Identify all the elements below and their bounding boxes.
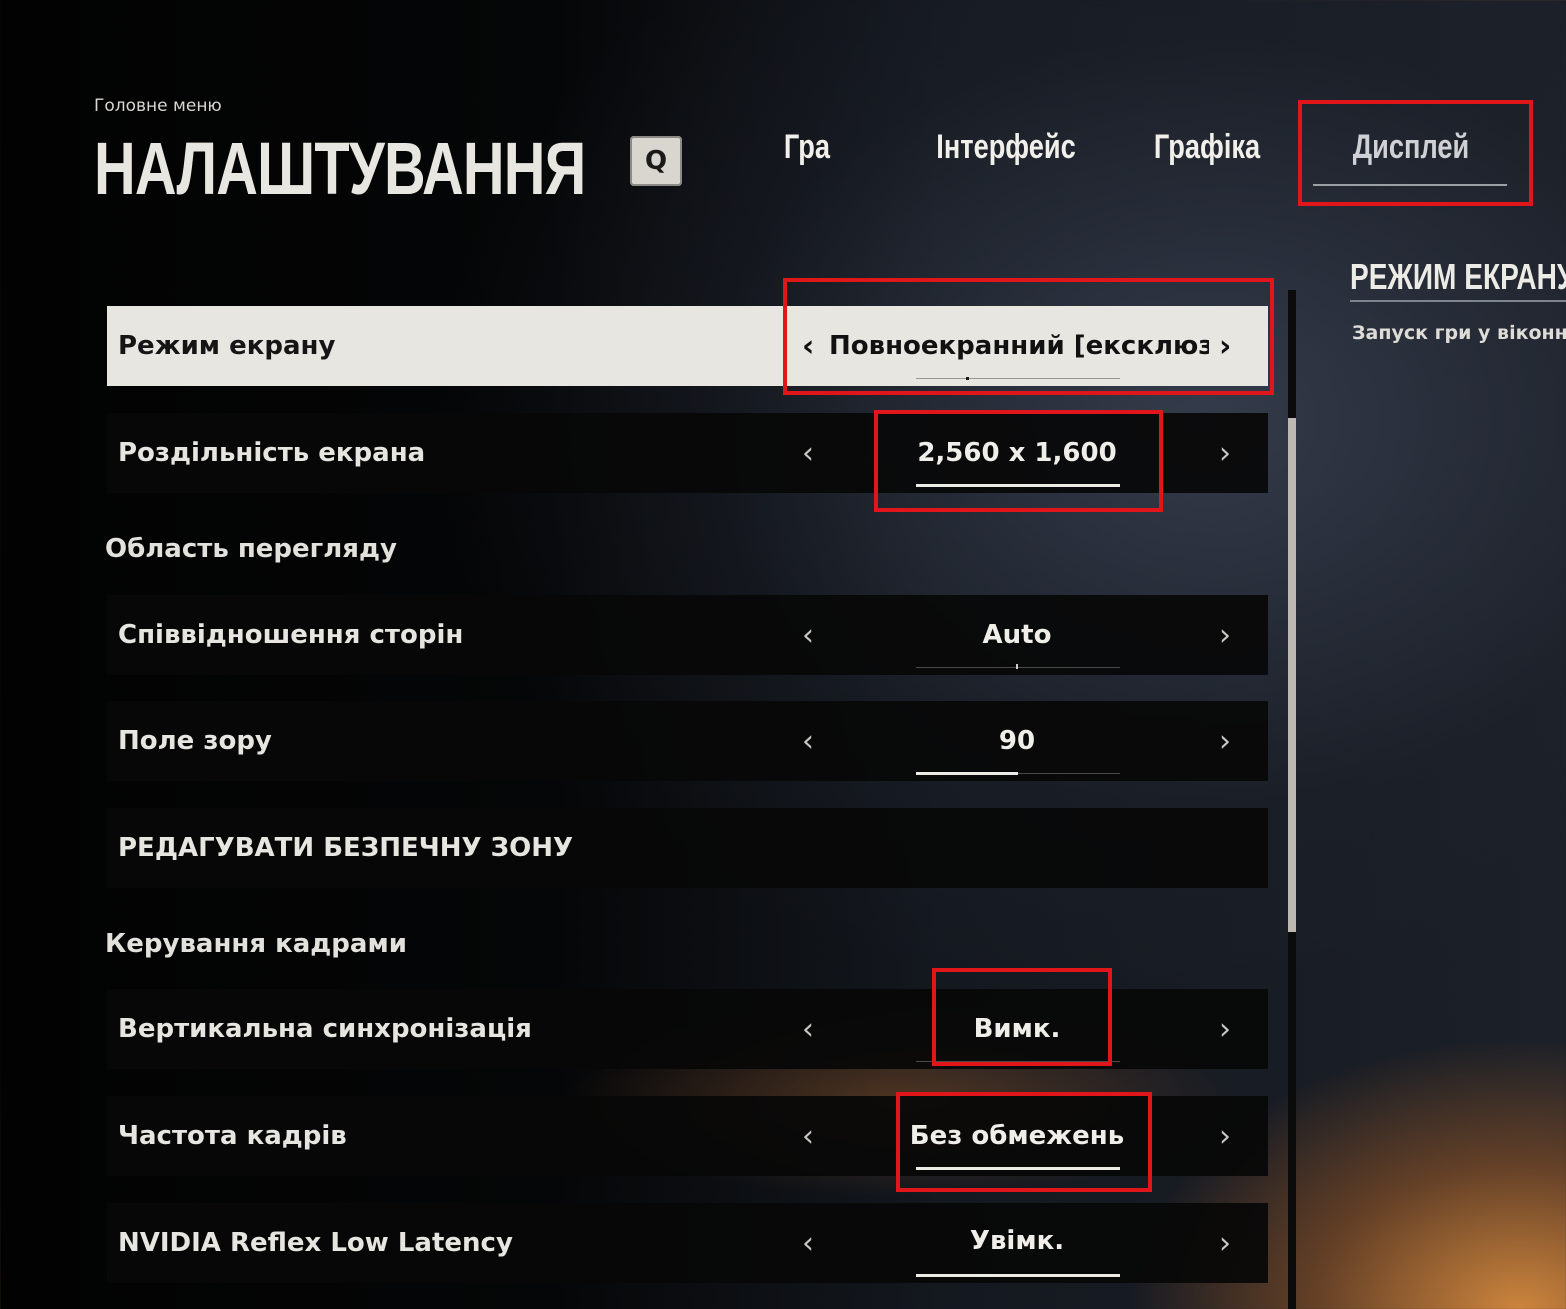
highlight-box-frame-rate — [896, 1092, 1152, 1192]
edit-safe-zone-button[interactable]: РЕДАГУВАТИ БЕЗПЕЧНУ ЗОНУ — [107, 808, 1268, 888]
breadcrumb[interactable]: Головне меню — [94, 96, 222, 116]
option-indicator-tick — [1016, 664, 1018, 669]
setting-label: Співвідношення сторін — [118, 620, 464, 650]
chevron-right-icon[interactable]: › — [1219, 595, 1231, 675]
setting-label: Роздільність екрана — [118, 438, 426, 468]
button-label: РЕДАГУВАТИ БЕЗПЕЧНУ ЗОНУ — [118, 833, 574, 863]
highlight-box-screen-mode — [783, 278, 1274, 395]
page-title: НАЛАШТУВАННЯ — [94, 127, 586, 210]
side-panel-title: РЕЖИМ ЕКРАНУ — [1350, 256, 1566, 297]
chevron-right-icon[interactable]: › — [1219, 1203, 1231, 1283]
side-panel-description: Запуск гри у віконному — [1352, 322, 1566, 344]
option-indicator — [916, 664, 1120, 669]
setting-row-field-of-view[interactable]: Поле зору ‹ 90 › — [107, 701, 1268, 781]
option-indicator — [916, 1274, 1120, 1277]
side-panel-divider — [1350, 300, 1566, 302]
chevron-left-icon[interactable]: ‹ — [802, 989, 814, 1069]
slider-fill — [916, 772, 1018, 775]
option-indicator-fill — [916, 1274, 1120, 1277]
chevron-right-icon[interactable]: › — [1219, 989, 1231, 1069]
setting-label: Вертикальна синхронізація — [118, 1014, 532, 1044]
section-heading-frame-control: Керування кадрами — [105, 929, 407, 959]
chevron-right-icon[interactable]: › — [1219, 413, 1231, 493]
chevron-left-icon[interactable]: ‹ — [802, 595, 814, 675]
chevron-left-icon[interactable]: ‹ — [802, 413, 814, 493]
setting-value: Увімк. — [969, 1226, 1065, 1256]
tab-game[interactable]: Гра — [763, 128, 851, 167]
tab-graphics[interactable]: Графіка — [1150, 128, 1264, 167]
setting-label: NVIDIA Reflex Low Latency — [118, 1228, 513, 1258]
setting-row-nvidia-reflex[interactable]: NVIDIA Reflex Low Latency ‹ Увімк. › — [107, 1203, 1268, 1283]
q-key-hint-icon[interactable]: Q — [630, 136, 682, 186]
chevron-right-icon[interactable]: › — [1219, 1096, 1231, 1176]
tab-interface[interactable]: Інтерфейс — [934, 128, 1078, 167]
highlight-box-vsync — [932, 968, 1112, 1066]
chevron-left-icon[interactable]: ‹ — [802, 701, 814, 781]
section-heading-view-area: Область перегляду — [105, 534, 397, 564]
setting-value: 90 — [998, 726, 1036, 756]
slider-track[interactable] — [916, 772, 1120, 775]
chevron-left-icon[interactable]: ‹ — [802, 1096, 814, 1176]
scrollbar-thumb[interactable] — [1288, 418, 1296, 932]
setting-label: Поле зору — [118, 726, 272, 756]
highlight-box-resolution — [874, 410, 1163, 512]
highlight-box-display-tab — [1298, 100, 1533, 206]
chevron-right-icon[interactable]: › — [1219, 701, 1231, 781]
setting-label: Частота кадрів — [118, 1121, 347, 1151]
setting-value: Auto — [982, 620, 1052, 650]
setting-row-aspect-ratio[interactable]: Співвідношення сторін ‹ Auto › — [107, 595, 1268, 675]
chevron-left-icon[interactable]: ‹ — [802, 1203, 814, 1283]
setting-label: Режим екрану — [118, 331, 336, 361]
